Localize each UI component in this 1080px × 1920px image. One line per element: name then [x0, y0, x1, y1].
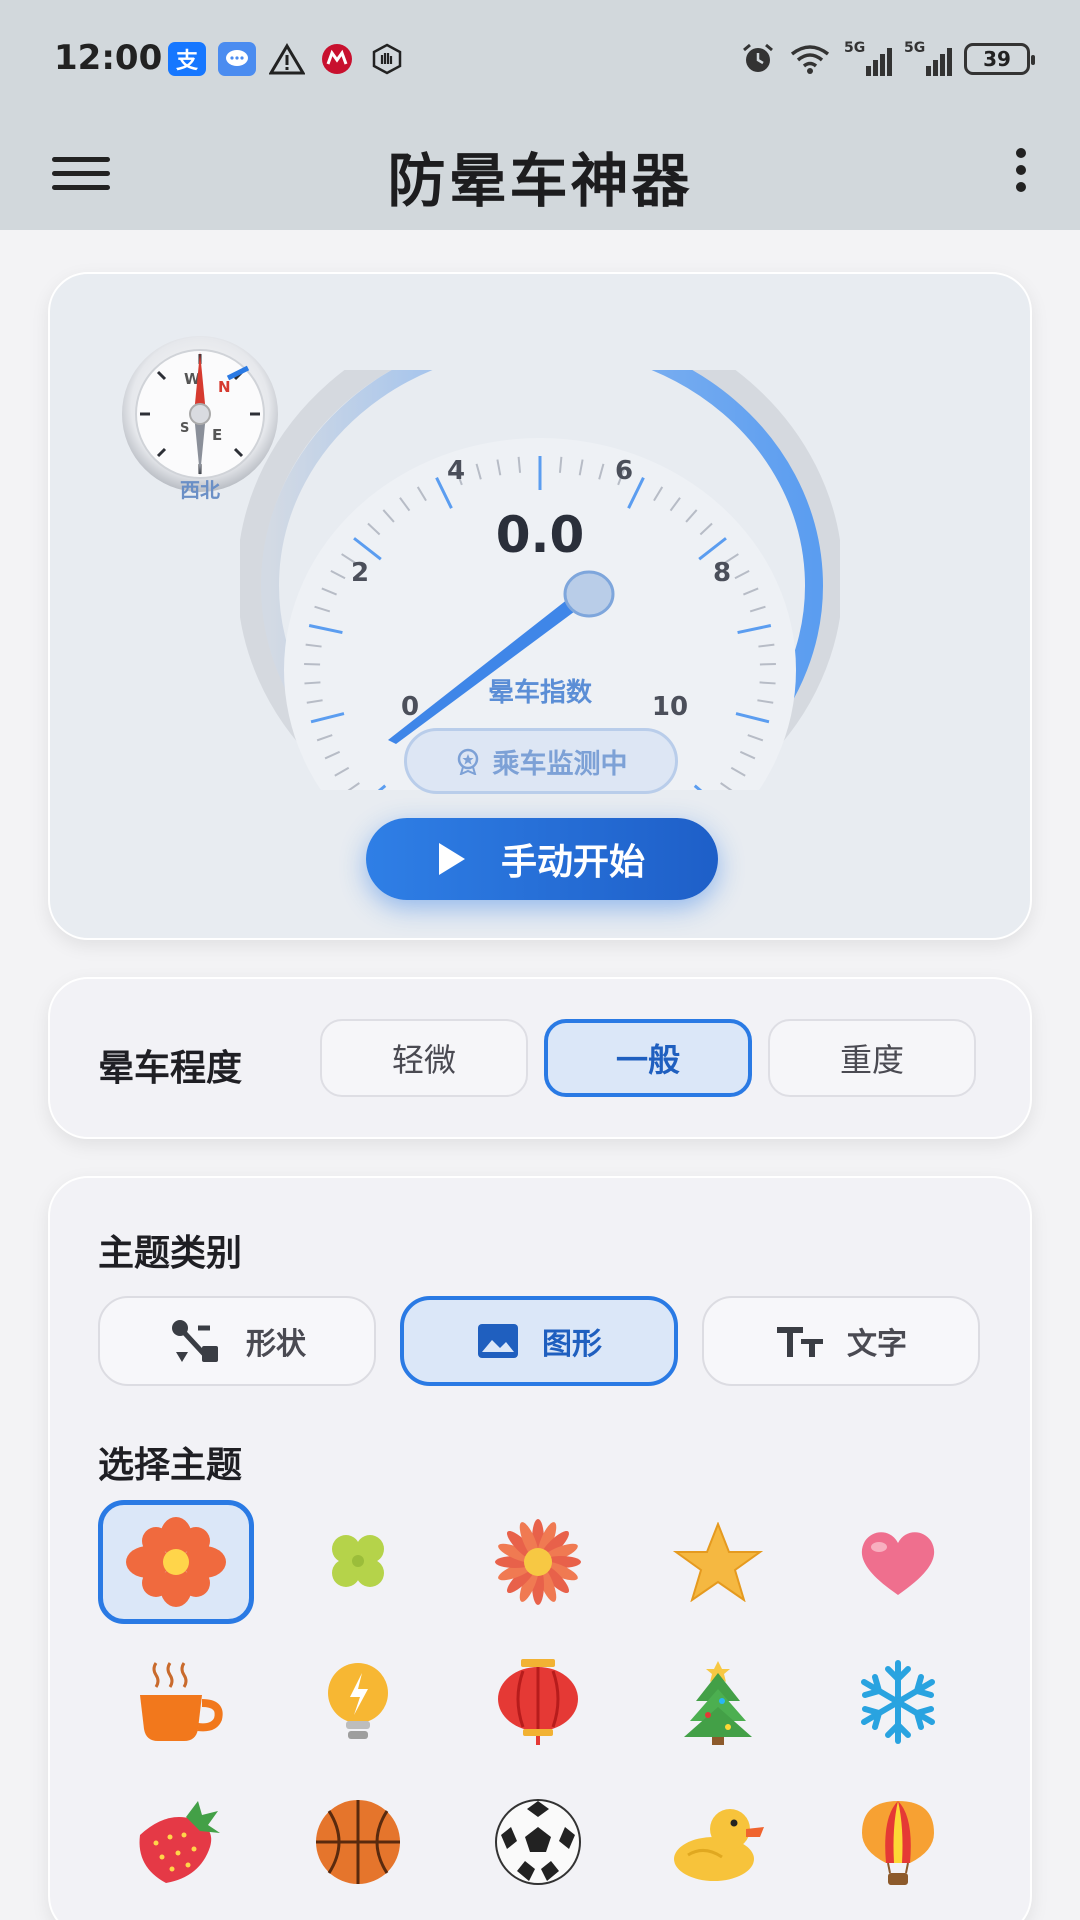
category-text-button[interactable]: 文字	[702, 1296, 980, 1386]
signal-5g-icon: 5G	[844, 40, 892, 76]
svg-text:N: N	[218, 378, 231, 396]
wifi-icon	[790, 45, 830, 74]
status-time: 12:00	[54, 38, 163, 78]
gauge-tick-label: 0	[400, 692, 420, 722]
network-type-label: 5G	[844, 40, 866, 56]
flower-icon	[126, 1517, 226, 1607]
theme-item-basketball[interactable]	[280, 1780, 436, 1904]
manual-start-button[interactable]: 手动开始	[366, 818, 718, 900]
bank-icon	[318, 42, 356, 76]
gauge-minor-tick	[759, 681, 776, 685]
soccer-ball-icon	[495, 1799, 581, 1885]
top-bar: 12:00 支 5G 5G 39 防晕车神器	[0, 0, 1080, 230]
warning-icon	[268, 42, 306, 76]
gauge-tick-label: 8	[712, 558, 732, 588]
theme-item-duck[interactable]	[640, 1780, 796, 1904]
speedometer-gauge	[240, 370, 840, 790]
coffee-icon	[140, 1662, 223, 1741]
level-option-mild[interactable]: 轻微	[320, 1019, 528, 1097]
theme-item-clover[interactable]	[280, 1500, 436, 1624]
badge-icon	[457, 748, 478, 775]
level-option-severe[interactable]: 重度	[768, 1019, 976, 1097]
theme-item-strawberry[interactable]	[98, 1780, 254, 1904]
theme-item-bulb[interactable]	[280, 1640, 436, 1764]
heart-icon	[861, 1532, 935, 1595]
motion-sickness-value: 0.0	[495, 506, 585, 564]
svg-text:E: E	[212, 426, 222, 444]
signal-5g-icon: 5G	[904, 40, 952, 76]
more-options-icon[interactable]	[1006, 140, 1036, 200]
theme-item-soccer[interactable]	[460, 1780, 616, 1904]
star-icon	[672, 1522, 764, 1602]
theme-item-heart[interactable]	[820, 1500, 976, 1624]
svg-text:S: S	[180, 421, 189, 436]
alipay-icon: 支	[168, 42, 206, 76]
network-type-label: 5G	[904, 40, 926, 56]
manual-start-label: 手动开始	[500, 842, 645, 883]
system-icons: 5G 5G 39	[740, 40, 1035, 76]
category-shape-button[interactable]: 形状	[98, 1296, 376, 1386]
battery-indicator: 39	[964, 43, 1035, 75]
theme-item-lantern[interactable]	[460, 1640, 616, 1764]
theme-item-flower[interactable]	[98, 1500, 254, 1624]
category-shape-label: 形状	[246, 1327, 306, 1362]
hot-air-balloon-icon	[862, 1801, 934, 1885]
alarm-icon	[743, 43, 773, 72]
strawberry-icon	[139, 1801, 220, 1883]
duck-icon	[674, 1809, 764, 1881]
gauge-tick-label: 6	[614, 456, 634, 486]
image-icon	[478, 1324, 518, 1358]
theme-grid	[98, 1500, 1002, 1920]
theme-item-daisy[interactable]	[460, 1500, 616, 1624]
theme-category-title: 主题类别	[98, 1233, 243, 1274]
theme-item-coffee[interactable]	[98, 1640, 254, 1764]
gauge-label: 晕车指数	[487, 678, 592, 708]
christmas-tree-icon	[684, 1661, 752, 1745]
category-graphic-button[interactable]: 图形	[400, 1296, 678, 1386]
app-bar: 防晕车神器	[0, 118, 1080, 230]
theme-item-star[interactable]	[640, 1500, 796, 1624]
snowflake-icon	[861, 1660, 935, 1744]
play-icon	[438, 843, 465, 875]
clover-icon	[332, 1535, 384, 1587]
monitoring-status-text: 乘车监测中	[492, 748, 628, 780]
shapes-icon	[172, 1320, 218, 1362]
category-graphic-label: 图形	[542, 1327, 602, 1362]
sickness-level-card: 晕车程度 轻微 一般 重度	[48, 977, 1032, 1139]
gauge-card: W N S E 西北 0 2 4 6 8 10 0.0 晕车指数 乘车监测中 手…	[48, 272, 1032, 940]
basketball-icon	[316, 1800, 400, 1884]
gauge-minor-tick	[304, 681, 321, 685]
lantern-icon	[498, 1659, 578, 1745]
monitoring-status-badge: 乘车监测中	[404, 728, 678, 794]
lightbulb-icon	[328, 1663, 388, 1739]
theme-item-snowflake[interactable]	[820, 1640, 976, 1764]
choose-theme-title: 选择主题	[98, 1445, 243, 1486]
gauge-tick-label: 10	[651, 692, 689, 722]
text-size-icon	[777, 1327, 823, 1357]
category-text-label: 文字	[847, 1327, 907, 1362]
theme-item-balloon[interactable]	[820, 1780, 976, 1904]
status-bar: 12:00 支 5G 5G 39	[0, 0, 1080, 118]
level-option-normal[interactable]: 一般	[544, 1019, 752, 1097]
theme-item-tree[interactable]	[640, 1640, 796, 1764]
theme-card: 主题类别 形状 图形 文字 选择主题	[48, 1176, 1032, 1920]
gauge-tick-label: 4	[446, 456, 466, 486]
page-title: 防晕车神器	[387, 147, 693, 215]
hand-icon	[368, 42, 406, 76]
gauge-tick-label: 2	[350, 558, 370, 588]
daisy-icon	[495, 1519, 581, 1605]
notification-icons: 支	[168, 42, 406, 76]
message-icon	[218, 42, 256, 76]
sickness-level-title: 晕车程度	[98, 1048, 243, 1089]
